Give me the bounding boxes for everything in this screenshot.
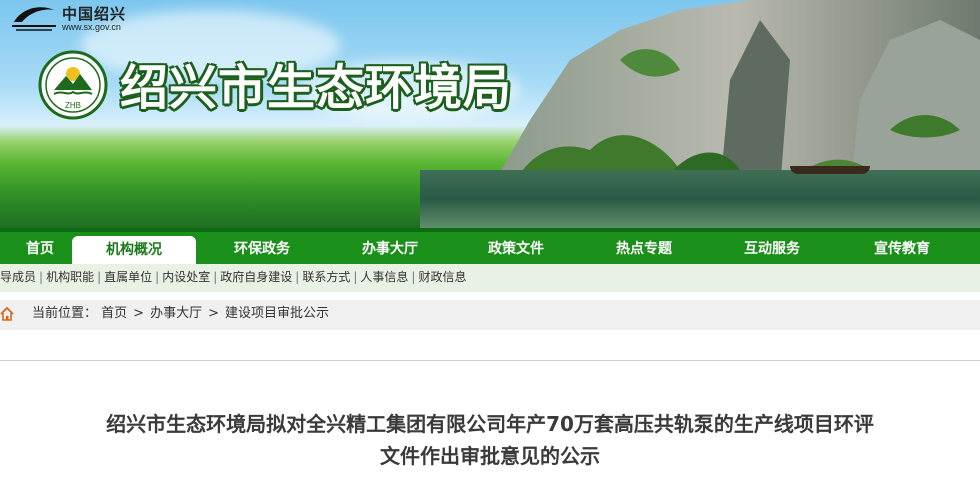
nav-item[interactable]: 办事大厅 [340, 232, 440, 264]
emblem-text: ZHB [65, 101, 81, 110]
nav-item[interactable]: 互动服务 [722, 232, 822, 264]
subnav-link[interactable]: 直属单位 [104, 270, 152, 284]
sub-nav: 领导成员|机构职能|直属单位|内设处室|政府自身建设|联系方式|人事信息|财政信… [0, 264, 980, 292]
shaoxing-gov-logo-icon[interactable] [10, 2, 58, 32]
nav-item[interactable]: 宣传教育 [852, 232, 952, 264]
home-icon [0, 307, 14, 321]
nav-item[interactable]: 政策文件 [466, 232, 566, 264]
boat [790, 166, 870, 174]
subnav-link[interactable]: 内设处室 [162, 270, 210, 284]
nav-item[interactable]: 首页 [12, 232, 68, 264]
breadcrumb-link[interactable]: 首页 [101, 306, 127, 321]
subnav-separator: | [213, 270, 218, 284]
subnav-separator: | [97, 270, 102, 284]
breadcrumb-separator: > [208, 306, 219, 321]
nav-item[interactable]: 热点专题 [594, 232, 694, 264]
subnav-separator: | [295, 270, 300, 284]
breadcrumb-link[interactable]: 建设项目审批公示 [225, 306, 329, 321]
subnav-link[interactable]: 机构职能 [46, 270, 94, 284]
subnav-separator: | [411, 270, 416, 284]
subnav-separator: | [39, 270, 44, 284]
subnav-link[interactable]: 政府自身建设 [220, 270, 292, 284]
subnav-link[interactable]: 财政信息 [418, 270, 466, 284]
subnav-link[interactable]: 联系方式 [302, 270, 350, 284]
subnav-separator: | [155, 270, 160, 284]
gov-portal-name[interactable]: 中国绍兴 [62, 3, 126, 24]
main-nav: 首页 机构概况 环保政务 办事大厅 政策文件 热点专题 互动服务 宣传教育 [0, 228, 980, 264]
header-banner: 中国绍兴 www.sx.gov.cn ZHB 绍兴市生态环境局 [0, 0, 980, 228]
nav-item[interactable]: 机构概况 [72, 236, 196, 264]
breadcrumb-link[interactable]: 办事大厅 [150, 306, 202, 321]
article-title-line: 文件作出审批意见的公示 [380, 444, 600, 468]
zhb-emblem-icon: ZHB [38, 50, 108, 120]
site-title: 绍兴市生态环境局 [120, 60, 513, 116]
breadcrumb-separator: > [133, 306, 145, 321]
breadcrumb-prefix: 当前位置： [32, 306, 98, 321]
subnav-link[interactable]: 人事信息 [360, 270, 408, 284]
lake [420, 170, 980, 228]
subnav-link[interactable]: 领导成员 [0, 270, 36, 284]
gov-portal-url[interactable]: www.sx.gov.cn [62, 22, 121, 32]
subnav-separator: | [353, 270, 358, 284]
article-title-line: 绍兴市生态环境局拟对全兴精工集团有限公司年产70万套高压共轨泵的生产线项目环评 [106, 412, 874, 436]
breadcrumb: 当前位置： 首页 > 办事大厅 > 建设项目审批公示 [0, 300, 980, 330]
divider [0, 360, 980, 361]
nav-item[interactable]: 环保政务 [212, 232, 312, 264]
article-title: 绍兴市生态环境局拟对全兴精工集团有限公司年产70万套高压共轨泵的生产线项目环评 … [20, 408, 960, 472]
breadcrumb-trail: 当前位置： 首页 > 办事大厅 > 建设项目审批公示 [32, 300, 329, 328]
